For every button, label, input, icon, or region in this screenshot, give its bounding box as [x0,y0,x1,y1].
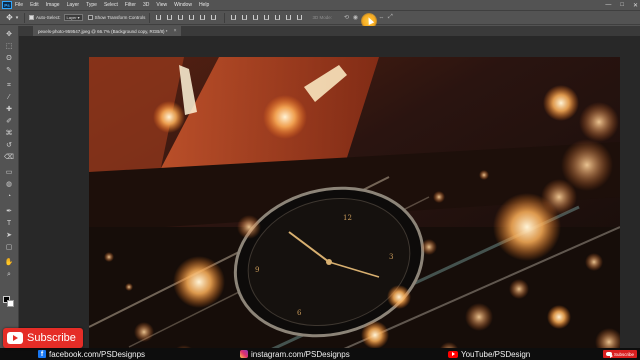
social-links-bar: f facebook.com/PSDesignps instagram.com/… [0,348,640,360]
show-transform-checkbox[interactable] [87,15,93,20]
lasso-tool-icon[interactable]: ʘ [4,54,14,63]
options-bar: ✥ ▾ Auto-Select: Layer ▾ Show Transform … [0,10,640,25]
3d-roll-icon[interactable]: ◉ [351,13,360,22]
distribute-right-icon[interactable] [284,14,292,22]
photoshop-window: Ps File Edit Image Layer Type Select Fil… [0,0,640,360]
tool-preset-dropdown-icon[interactable]: ▾ [14,13,20,22]
distribute-bottom-icon[interactable] [251,14,259,22]
move-tool-icon[interactable]: ✥ [5,13,14,22]
bokeh-watch-photo: 12 3 6 9 [89,57,620,360]
svg-text:6: 6 [297,309,302,317]
subscribe-button[interactable]: Subscribe [3,328,83,348]
youtube-url: YouTube/PSDesign [461,349,531,359]
menu-view[interactable]: View [156,2,167,8]
instagram-url: instagram.com/PSDesignps [251,349,350,359]
3d-slide-icon[interactable]: ⇔ [377,13,386,22]
separator [24,12,25,23]
clone-stamp-tool-icon[interactable]: ⌘ [4,129,14,138]
minimize-icon[interactable]: — [605,2,611,8]
photoshop-logo: Ps [2,1,12,9]
distribute-center-icon[interactable] [240,14,248,22]
youtube-icon [448,350,458,358]
menu-bar: Ps File Edit Image Layer Type Select Fil… [0,0,640,10]
auto-select-target-value: Layer [66,15,77,20]
healing-brush-tool-icon[interactable]: ✚ [4,105,14,114]
svg-text:3: 3 [389,253,393,261]
facebook-icon: f [38,350,46,358]
align-right-icon[interactable] [209,14,217,22]
move-tool-icon[interactable]: ✥ [4,30,14,39]
brush-tool-icon[interactable]: ✐ [4,117,14,126]
document-tab-bar: pexels-photo-959547.jpeg @ 66.7% (Backgr… [19,26,640,36]
subscribe-label: Subscribe [27,332,76,344]
play-icon [605,352,613,358]
zoom-tool-icon[interactable]: ⌕ [4,270,14,279]
subscribe-mini-label: Subscribe [613,351,634,357]
window-controls: — □ ✕ [605,0,638,10]
marquee-tool-icon[interactable]: ⬚ [4,42,14,51]
align-left-icon[interactable] [187,14,195,22]
menu-window[interactable]: Window [174,2,192,8]
menu-filter[interactable]: Filter [125,2,136,8]
youtube-play-icon [7,332,23,344]
distribute-hcenter-icon[interactable] [273,14,281,22]
menu-layer[interactable]: Layer [67,2,80,8]
background-color-swatch[interactable] [7,300,14,307]
history-brush-tool-icon[interactable]: ↺ [4,141,14,150]
instagram-icon [240,350,248,358]
youtube-link[interactable]: YouTube/PSDesign [448,348,530,360]
instagram-link[interactable]: instagram.com/PSDesignps [240,348,350,360]
eraser-tool-icon[interactable]: ⌫ [4,153,14,162]
document-tab[interactable]: pexels-photo-959547.jpeg @ 66.7% (Backgr… [33,26,182,36]
svg-text:9: 9 [255,266,259,274]
distribute-left-icon[interactable] [262,14,270,22]
menu-3d[interactable]: 3D [143,2,149,8]
show-transform-label: Show Transform Controls [94,15,146,20]
menu-type[interactable]: Type [86,2,97,8]
align-vertical-center-icon[interactable] [165,14,173,22]
3d-scale-icon[interactable]: ⤢ [386,13,395,22]
svg-text:12: 12 [343,214,352,222]
align-bottom-icon[interactable] [176,14,184,22]
separator [149,12,151,23]
align-horizontal-center-icon[interactable] [198,14,206,22]
3d-orbit-icon[interactable]: ⟲ [342,13,351,22]
tools-panel: ✥ ⬚ ʘ ✎ ⌗ ⁄ ✚ ✐ ⌘ ↺ ⌫ ▭ ◍ ◔ ✒ T ➤ ▢ ✋ ⌕ [0,26,19,360]
auto-select-target-select[interactable]: Layer ▾ [63,14,83,21]
document-tab-title: pexels-photo-959547.jpeg @ 66.7% (Backgr… [38,28,168,34]
menu-help[interactable]: Help [199,2,209,8]
align-top-icon[interactable] [154,14,162,22]
separator [224,12,226,23]
quick-select-tool-icon[interactable]: ✎ [4,66,14,75]
canvas-image[interactable]: 12 3 6 9 [89,57,620,360]
facebook-link[interactable]: f facebook.com/PSDesignps [38,348,145,360]
maximize-icon[interactable]: □ [620,2,624,8]
gradient-tool-icon[interactable]: ▭ [4,168,14,177]
menu-edit[interactable]: Edit [30,2,39,8]
rectangle-tool-icon[interactable]: ▢ [4,243,14,252]
pen-tool-icon[interactable]: ✒ [4,207,14,216]
eyedropper-tool-icon[interactable]: ⁄ [4,93,14,102]
dodge-tool-icon[interactable]: ◔ [4,192,14,201]
menu-image[interactable]: Image [46,2,60,8]
facebook-url: facebook.com/PSDesignps [49,349,146,359]
auto-select-label: Auto-Select: [36,15,61,20]
menu-select[interactable]: Select [104,2,118,8]
menu-file[interactable]: File [15,2,23,8]
auto-align-icon[interactable] [295,14,303,22]
blur-tool-icon[interactable]: ◍ [4,180,14,189]
auto-select-checkbox[interactable] [29,15,34,20]
path-selection-tool-icon[interactable]: ➤ [4,231,14,240]
subscribe-mini-button[interactable]: Subscribe [602,350,637,358]
type-tool-icon[interactable]: T [4,219,14,228]
hand-tool-icon[interactable]: ✋ [4,258,14,267]
crop-tool-icon[interactable]: ⌗ [4,81,14,90]
close-tab-icon[interactable]: × [174,28,177,34]
distribute-top-icon[interactable] [229,14,237,22]
3d-mode-label: 3D Mode: [312,15,332,20]
close-icon[interactable]: ✕ [633,2,638,9]
